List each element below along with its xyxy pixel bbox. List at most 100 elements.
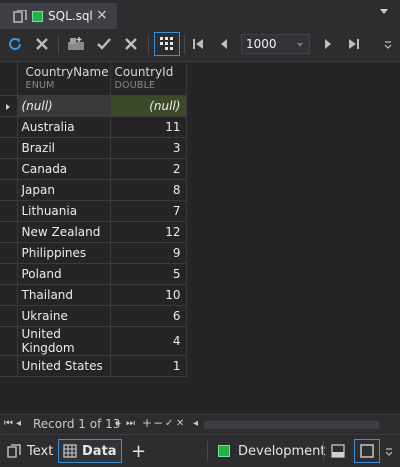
refresh-icon[interactable] [5,34,25,54]
table-cell[interactable]: (null) [110,95,187,117]
row-indicator [0,221,18,243]
header-row: CountryName ENUM CountryId DOUBLE [0,62,187,96]
table-cell[interactable]: 9 [110,242,187,264]
table-row[interactable]: United Kingdom 4 [0,326,187,356]
insert-row-icon[interactable] [66,34,86,54]
split-view-button[interactable] [331,439,345,463]
table-cell[interactable]: 2 [110,158,187,180]
row-indicator [0,200,18,222]
table-cell[interactable]: New Zealand [17,221,111,243]
table-cell[interactable]: United Kingdom [17,326,111,356]
row-indicator [0,305,18,327]
table-row[interactable]: New Zealand 12 [0,221,187,243]
page-size-select[interactable]: 1000 [241,34,310,54]
delete-record-icon[interactable]: − [153,416,163,430]
table-cell[interactable]: Ukraine [17,305,111,327]
column-header-countryid[interactable]: CountryId DOUBLE [110,62,187,96]
table-cell[interactable]: Philippines [17,242,111,264]
close-tab-icon[interactable]: × [96,7,108,23]
table-row[interactable]: Japan 8 [0,179,187,201]
page-size-value: 1000 [246,37,277,51]
previous-page-icon[interactable] [214,34,234,54]
table-cell[interactable]: Poland [17,263,111,285]
document-tab-bar: SQL.sql × [0,0,400,29]
table-cell[interactable]: 10 [110,284,187,306]
post-record-icon[interactable]: ✓ [165,418,173,429]
database-connection-icon [32,11,43,22]
text-view-label: Text [27,443,54,459]
row-pointer-icon [6,103,10,110]
table-row[interactable]: Philippines 9 [0,242,187,264]
last-page-icon[interactable] [344,34,364,54]
record-position: Record 1 of 13 [33,417,121,431]
bottom-overflow-button[interactable] [384,439,394,463]
text-view-tab[interactable]: Text [6,439,53,463]
table-row[interactable]: United States 1 [0,355,187,377]
table-cell[interactable]: 6 [110,305,187,327]
first-page-icon[interactable] [188,34,208,54]
table-row[interactable]: Australia 11 [0,116,187,138]
toolbar-overflow-icon[interactable] [378,34,398,54]
table-row[interactable]: (null) (null) [0,95,187,117]
table-row[interactable]: Lithuania 7 [0,200,187,222]
column-type: DOUBLE [114,80,156,91]
table-row[interactable]: Brazil 3 [0,137,187,159]
first-record-icon[interactable]: ⏮ [4,418,13,429]
row-indicator [0,116,18,138]
table-cell[interactable]: 5 [110,263,187,285]
table-row[interactable]: Thailand 10 [0,284,187,306]
column-type: ENUM [25,80,55,91]
document-tab[interactable]: SQL.sql × [0,3,117,29]
horizontal-scrollbar[interactable]: ◂ [193,418,386,430]
table-cell[interactable]: 7 [110,200,187,222]
single-view-button[interactable] [354,439,380,463]
cancel-icon[interactable] [32,34,52,54]
chevron-down-icon [297,43,303,47]
connection-color-icon [218,445,230,457]
toolbar-separator [184,35,185,54]
toolbar-separator [148,35,149,54]
column-name: CountryId [114,65,174,79]
add-record-icon[interactable]: + [142,416,152,430]
row-indicator [0,355,18,377]
data-view-tab[interactable]: Data [58,439,122,463]
next-record-icon[interactable]: ▸ [116,418,121,429]
table-cell[interactable]: Lithuania [17,200,111,222]
previous-record-icon[interactable]: ◂ [16,418,21,429]
table-cell[interactable]: Canada [17,158,111,180]
connection-selector[interactable]: Development [218,439,326,463]
table-cell[interactable]: Japan [17,179,111,201]
table-cell[interactable]: United States [17,355,111,377]
row-indicator [0,326,18,356]
bottom-separator [323,441,324,461]
tab-list-dropdown-icon[interactable] [380,9,388,14]
add-view-button[interactable]: + [131,439,146,463]
table-cell[interactable]: Brazil [17,137,111,159]
scroll-left-icon[interactable]: ◂ [193,418,198,429]
last-record-icon[interactable]: ⏭ [126,418,135,429]
table-cell[interactable]: (null) [17,95,111,117]
row-indicator-header [0,62,18,96]
next-page-icon[interactable] [318,34,338,54]
table-cell[interactable]: Australia [17,116,111,138]
cancel-record-icon[interactable]: ✕ [176,418,184,429]
results-table: CountryName ENUM CountryId DOUBLE (null)… [0,62,187,377]
table-row[interactable]: Poland 5 [0,263,187,285]
table-cell[interactable]: 11 [110,116,187,138]
table-row[interactable]: Ukraine 6 [0,305,187,327]
data-grid: CountryName ENUM CountryId DOUBLE (null)… [0,62,400,414]
table-cell[interactable]: 3 [110,137,187,159]
column-header-countryname[interactable]: CountryName ENUM [17,62,111,96]
scrollbar-thumb[interactable] [204,421,379,429]
table-cell[interactable]: 12 [110,221,187,243]
commit-icon[interactable] [94,34,114,54]
table-cell[interactable]: 8 [110,179,187,201]
table-row[interactable]: Canada 2 [0,158,187,180]
grid-view-icon[interactable] [154,32,180,56]
rollback-icon[interactable] [121,34,141,54]
table-cell[interactable]: 1 [110,355,187,377]
row-indicator [0,137,18,159]
table-cell[interactable]: 4 [110,326,187,356]
text-view-icon [6,444,22,458]
table-cell[interactable]: Thailand [17,284,111,306]
